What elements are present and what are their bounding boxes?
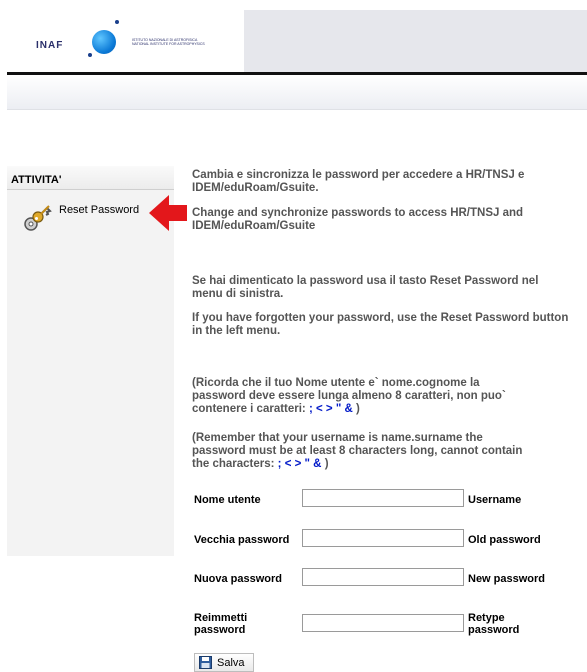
header-banner (244, 10, 587, 73)
sidebar-item-label: Reset Password (59, 204, 140, 216)
username-label-en: Username (468, 494, 522, 506)
rules-english: (Remember that your username is name.sur… (192, 432, 523, 470)
arrow-left-icon (149, 195, 187, 231)
intro-italian: Cambia e sincronizza le password per acc… (192, 169, 525, 194)
keys-icon (24, 205, 52, 231)
forgot-english: If you have forgotten your password, use… (192, 312, 569, 337)
logo-subtitle: ISTITUTO NAZIONALE DI ASTROFISICA NATION… (132, 38, 205, 46)
logo-dot (88, 53, 92, 57)
sidebar-title: ATTIVITA' (7, 166, 174, 190)
new-password-row: Nuova password New password (192, 568, 582, 592)
rules-italian: (Ricorda che il tuo Nome utente e` nome.… (192, 377, 506, 415)
old-password-label: Vecchia password (194, 534, 290, 546)
username-label: Nome utente (194, 494, 261, 506)
old-password-label-en: Old password (468, 534, 541, 546)
floppy-disk-icon (199, 656, 212, 669)
forgot-italian: Se hai dimenticato la password usa il ta… (192, 275, 539, 300)
intro-english: Change and synchronize passwords to acce… (192, 207, 524, 232)
logo-text: INAF (36, 40, 64, 51)
retype-password-row: Reimmetti password Retype password (192, 610, 582, 640)
retype-password-label-en: Retype password (468, 612, 520, 636)
new-password-label-en: New password (468, 573, 546, 585)
retype-password-input[interactable] (302, 614, 464, 632)
save-label: Salva (217, 657, 245, 669)
old-password-row: Vecchia password Old password (192, 529, 582, 553)
new-password-label: Nuova password (194, 573, 283, 585)
username-input[interactable] (302, 489, 464, 507)
inaf-logo-icon (92, 30, 116, 54)
logo-dot (115, 20, 119, 24)
save-button[interactable]: Salva (194, 653, 254, 672)
forbidden-chars: ; < > " & (277, 458, 322, 470)
old-password-input[interactable] (302, 529, 464, 547)
retype-password-label: Reimmetti password (194, 612, 248, 636)
page-header: INAF ISTITUTO NAZIONALE DI ASTROFISICA N… (0, 0, 587, 73)
forbidden-chars: ; < > " & (308, 403, 353, 415)
username-row: Nome utente Username (192, 489, 582, 513)
new-password-input[interactable] (302, 568, 464, 586)
navigation-bar (7, 75, 587, 110)
